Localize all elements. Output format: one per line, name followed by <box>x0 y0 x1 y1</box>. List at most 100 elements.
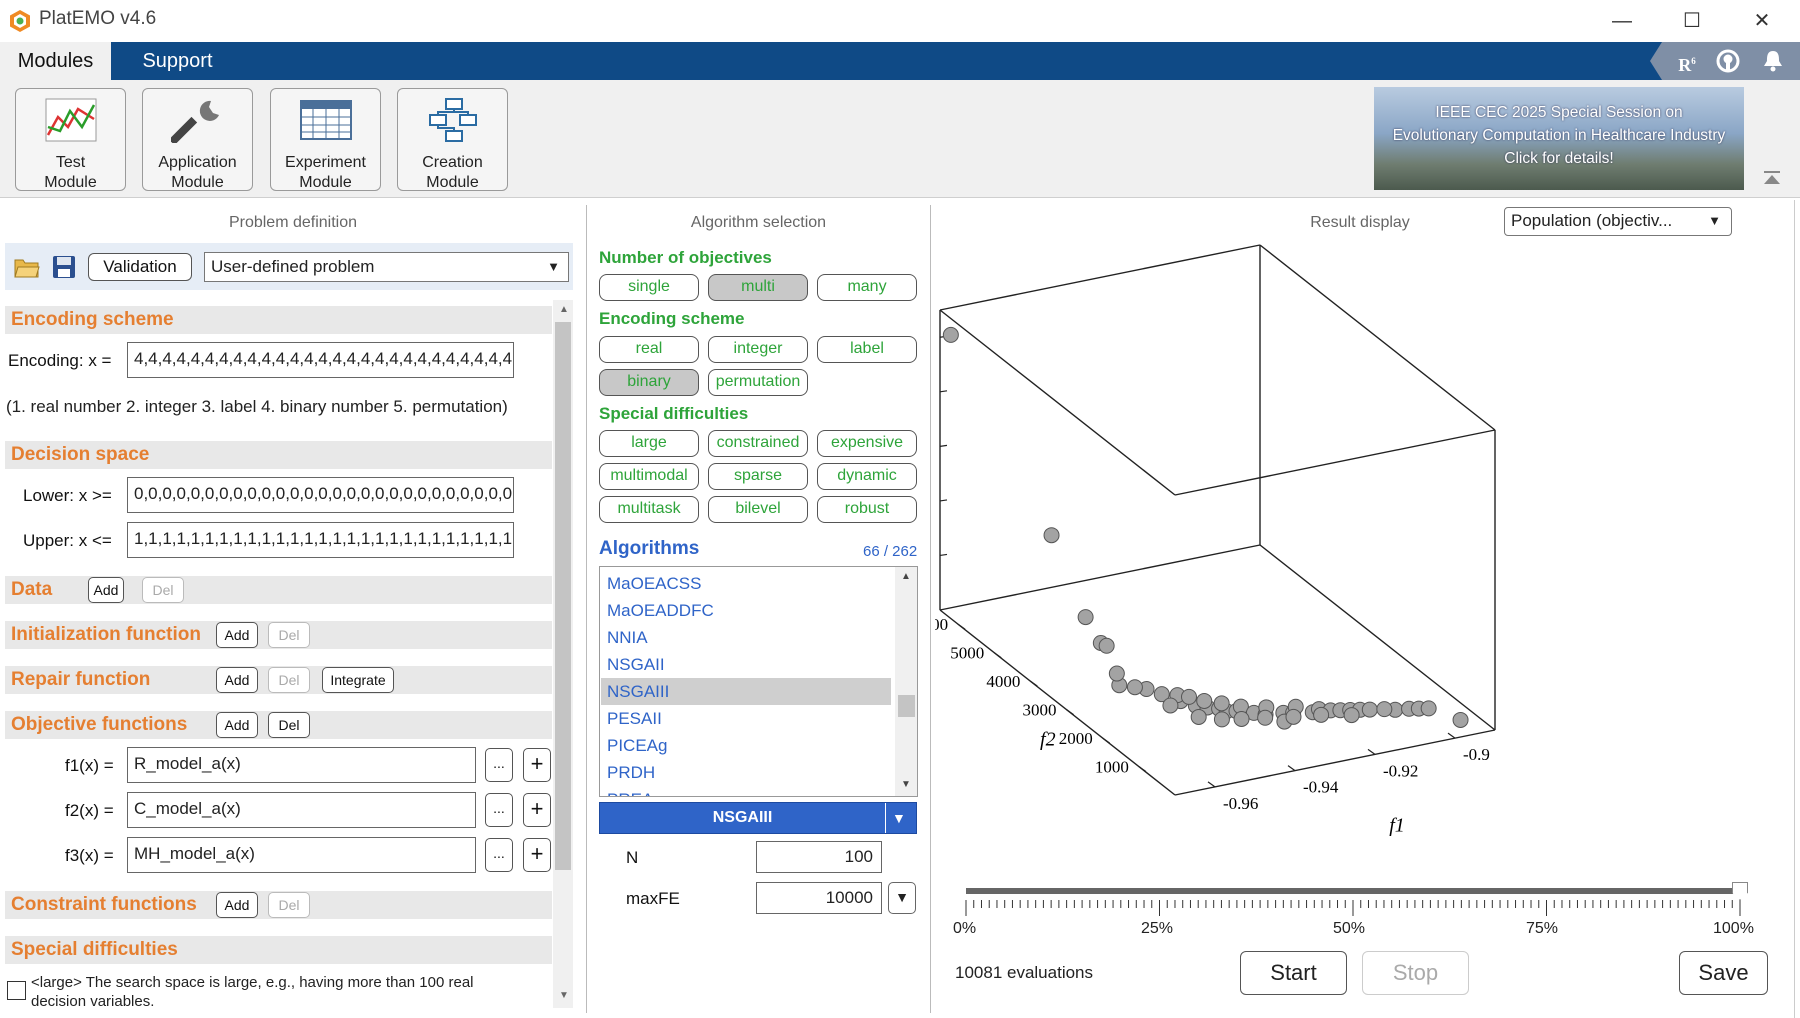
f2-input[interactable]: C_model_a(x) <box>127 792 476 828</box>
application-module-button[interactable]: Application Module <box>142 88 253 191</box>
github-icon[interactable] <box>1716 49 1740 73</box>
lower-bound-input[interactable]: 0,0,0,0,0,0,0,0,0,0,0,0,0,0,0,0,0,0,0,0,… <box>127 477 514 513</box>
list-scroll-down-icon[interactable]: ▼ <box>901 779 911 790</box>
save-button[interactable]: Save <box>1679 951 1768 995</box>
left-scrollbar[interactable]: ▲ ▼ <box>553 300 573 1008</box>
constraint-add-button[interactable]: Add <box>216 892 258 918</box>
f1-input[interactable]: R_model_a(x) <box>127 747 476 783</box>
problem-select[interactable]: User-defined problem ▼ <box>204 252 569 282</box>
encoding-input[interactable]: 4,4,4,4,4,4,4,4,4,4,4,4,4,4,4,4,4,4,4,4,… <box>127 342 514 378</box>
chart-point <box>1361 701 1378 718</box>
collapse-toolbar-icon[interactable] <box>1762 170 1784 186</box>
param-maxfe-input[interactable]: 10000 <box>756 882 882 914</box>
close-button[interactable]: ✕ <box>1742 6 1782 36</box>
algorithm-item[interactable]: PREA <box>607 786 895 796</box>
validation-button[interactable]: Validation <box>88 253 192 281</box>
algorithm-list-scroll-thumb[interactable] <box>898 695 915 717</box>
repair-add-button[interactable]: Add <box>216 667 258 693</box>
f3-add-button[interactable]: + <box>523 838 551 872</box>
experiment-module-button[interactable]: Experiment Module <box>270 88 381 191</box>
f3-input[interactable]: MH_model_a(x) <box>127 837 476 873</box>
tag-bilevel[interactable]: bilevel <box>708 496 808 523</box>
cec-banner[interactable]: IEEE CEC 2025 Special Session on Evoluti… <box>1374 87 1744 190</box>
algorithm-item[interactable]: MaOEACSS <box>607 570 895 597</box>
algorithm-item[interactable]: PICEAg <box>607 732 895 759</box>
f3-browse-button[interactable]: ... <box>485 838 513 872</box>
tag-dynamic[interactable]: dynamic <box>817 463 917 490</box>
open-folder-icon[interactable] <box>14 256 40 278</box>
algorithms-header: Algorithms <box>599 538 700 559</box>
data-del-button[interactable]: Del <box>142 577 184 603</box>
tag-constrained[interactable]: constrained <box>708 430 808 457</box>
tag-single[interactable]: single <box>599 274 699 301</box>
tag-expensive[interactable]: expensive <box>817 430 917 457</box>
chevron-down-icon: ▼ <box>1708 213 1721 228</box>
objective-add-button[interactable]: Add <box>216 712 258 738</box>
algorithm-item[interactable]: NSGAII <box>607 651 895 678</box>
repair-del-button[interactable]: Del <box>268 667 310 693</box>
start-button[interactable]: Start <box>1240 951 1347 995</box>
f2-browse-button[interactable]: ... <box>485 793 513 827</box>
objective-scatter-chart[interactable]: 100200300400500100020003000400050006000-… <box>935 240 1790 880</box>
scroll-down-icon[interactable]: ▼ <box>559 990 569 1001</box>
tag-label[interactable]: label <box>817 336 917 363</box>
algorithm-list[interactable]: MaOEACSS MaOEADDFC NNIA NSGAII NSGAIII P… <box>599 566 918 797</box>
chevron-down-icon: ▼ <box>895 889 909 905</box>
tag-binary[interactable]: binary <box>599 369 699 396</box>
tag-large[interactable]: large <box>599 430 699 457</box>
algorithm-dropdown-value: NSGAIII <box>712 809 773 826</box>
progress-track[interactable] <box>966 888 1740 894</box>
chart-point <box>1126 679 1143 696</box>
scroll-up-icon[interactable]: ▲ <box>559 304 569 315</box>
tag-multitask[interactable]: multitask <box>599 496 699 523</box>
large-checkbox[interactable] <box>7 981 26 1000</box>
tag-robust[interactable]: robust <box>817 496 917 523</box>
algorithm-item[interactable]: PRDH <box>607 759 895 786</box>
init-del-button[interactable]: Del <box>268 622 310 648</box>
left-scroll-thumb[interactable] <box>555 322 571 870</box>
repair-integrate-button[interactable]: Integrate <box>322 667 394 693</box>
f1-browse-button[interactable]: ... <box>485 748 513 782</box>
chart-point <box>1213 695 1230 712</box>
algorithm-item-selected[interactable]: NSGAIII <box>601 678 891 705</box>
algorithm-item[interactable]: MaOEADDFC <box>607 597 895 624</box>
algorithm-item[interactable]: NNIA <box>607 624 895 651</box>
chart-z-tick <box>939 390 948 393</box>
algorithm-dropdown[interactable]: NSGAIII ▼ <box>599 802 917 834</box>
f1-add-button[interactable]: + <box>523 748 551 782</box>
constraint-del-button[interactable]: Del <box>268 892 310 918</box>
tag-sparse[interactable]: sparse <box>708 463 808 490</box>
algorithm-list-scrollbar[interactable]: ▲ ▼ <box>895 567 917 796</box>
objective-del-button[interactable]: Del <box>268 712 310 738</box>
tag-multi[interactable]: multi <box>708 274 808 301</box>
module-toolbar: Test Module Application Module Experimen… <box>0 80 1800 198</box>
r-icon[interactable]: R6 <box>1674 48 1700 75</box>
test-module-button[interactable]: Test Module <box>15 88 126 191</box>
list-scroll-up-icon[interactable]: ▲ <box>901 571 911 582</box>
param-n-input[interactable]: 100 <box>756 841 882 873</box>
upper-bound-input[interactable]: 1,1,1,1,1,1,1,1,1,1,1,1,1,1,1,1,1,1,1,1,… <box>127 522 514 558</box>
data-add-button[interactable]: Add <box>88 577 124 603</box>
menu-support-tab[interactable]: Support <box>120 42 235 80</box>
tag-multimodal[interactable]: multimodal <box>599 463 699 490</box>
progress-thumb[interactable] <box>1732 882 1748 900</box>
save-disk-icon[interactable] <box>52 255 76 279</box>
display-mode-select[interactable]: Population (objectiv... ▼ <box>1504 207 1732 236</box>
tag-integer[interactable]: integer <box>708 336 808 363</box>
banner-line-3: Click for details! <box>1504 150 1614 167</box>
bell-icon[interactable] <box>1762 49 1784 73</box>
init-add-button[interactable]: Add <box>216 622 258 648</box>
minimize-button[interactable]: — <box>1602 6 1642 36</box>
menu-modules-tab[interactable]: Modules <box>0 42 111 80</box>
stop-button[interactable]: Stop <box>1362 951 1469 995</box>
maximize-button[interactable]: ☐ <box>1672 6 1712 36</box>
tag-permutation[interactable]: permutation <box>708 369 808 396</box>
algorithm-item[interactable]: PESAII <box>607 705 895 732</box>
decision-space-header: Decision space <box>5 441 552 469</box>
creation-module-button[interactable]: Creation Module <box>397 88 508 191</box>
f2-add-button[interactable]: + <box>523 793 551 827</box>
param-maxfe-dropdown-button[interactable]: ▼ <box>888 882 916 914</box>
tag-many[interactable]: many <box>817 274 917 301</box>
tag-real[interactable]: real <box>599 336 699 363</box>
large-description-line-2: decision variables. <box>31 993 155 1010</box>
